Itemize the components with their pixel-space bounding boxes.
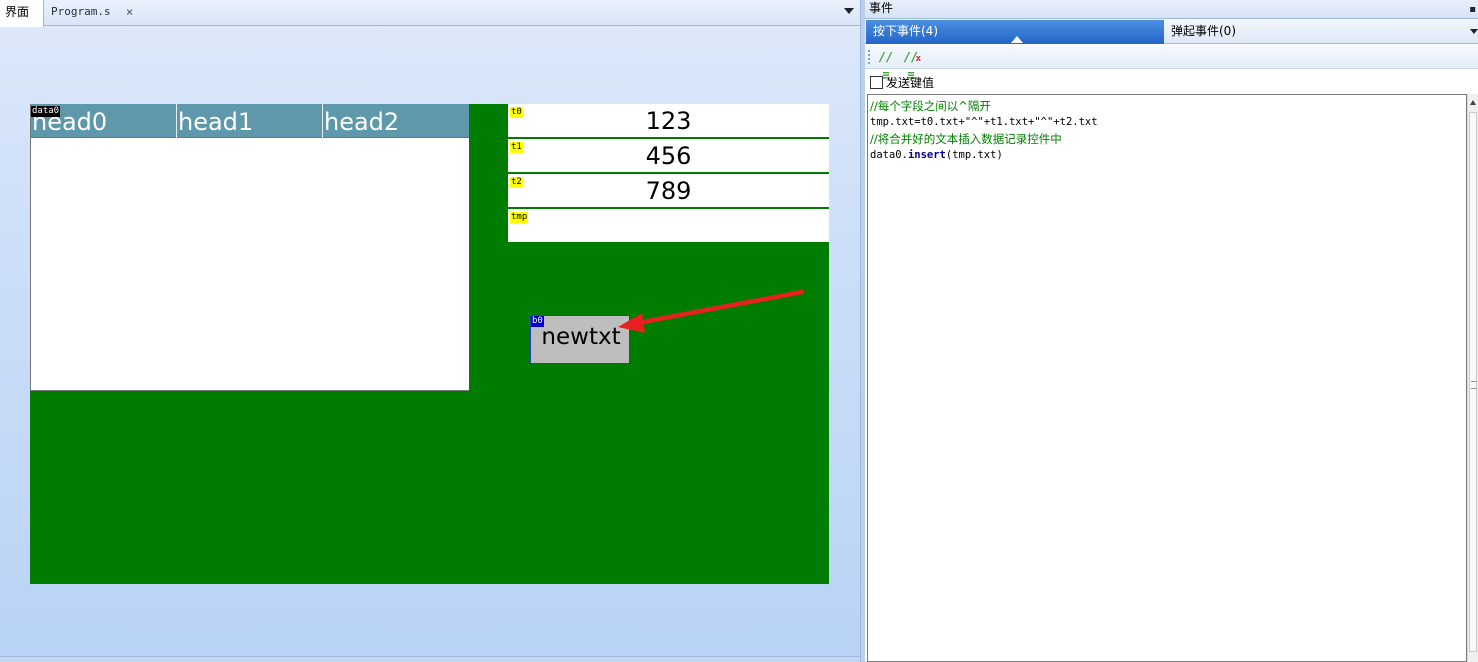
uncomment-x: x: [915, 54, 921, 64]
code-line: data0.insert(tmp.txt): [870, 147, 1464, 163]
object-tag-data0: data0: [31, 106, 61, 117]
text-field-t2[interactable]: t2 789: [508, 174, 829, 207]
uncomment-icon[interactable]: //≡ x: [901, 48, 921, 82]
panel-title-text: 事件: [869, 1, 894, 15]
grid-column-header: head1: [177, 104, 323, 138]
newtxt-button[interactable]: b0 newtxt: [530, 315, 630, 364]
comment-icon[interactable]: //≡: [876, 48, 896, 82]
code-keyword: insert: [907, 148, 946, 161]
code-object: data0.: [870, 148, 908, 161]
text-field-value: 123: [645, 107, 692, 135]
tab-program-label: Program.s: [51, 5, 111, 18]
object-tag-t0: t0: [510, 107, 523, 118]
grid-column-header: head2: [324, 108, 400, 136]
designer-pane: 界面 Program.s × head0 head1 head2 data0 t…: [0, 0, 860, 662]
pin-icon[interactable]: ▪: [1469, 1, 1476, 18]
scroll-thumb[interactable]: [1469, 112, 1477, 652]
code-line: tmp.txt=t0.txt+"^"+t1.txt+"^"+t2.txt: [870, 116, 1098, 129]
scroll-up-icon[interactable]: [1470, 100, 1476, 105]
text-field-value: 456: [645, 142, 692, 170]
data-record-grid[interactable]: head0 head1 head2 data0: [30, 104, 469, 391]
send-key-label: 发送键值: [886, 76, 935, 90]
button-label: newtxt: [541, 324, 621, 350]
text-field-t1[interactable]: t1 456: [508, 139, 829, 172]
tab-release-event[interactable]: 弹起事件(0): [1164, 20, 1478, 44]
tab-program[interactable]: Program.s ×: [44, 0, 144, 26]
send-key-checkbox[interactable]: 发送键值: [870, 74, 934, 92]
code-line: //每个字段之间以^隔开: [870, 99, 991, 113]
toolbar-grip: [868, 50, 870, 64]
vertical-scrollbar[interactable]: [1467, 94, 1478, 662]
text-field-t0[interactable]: t0 123: [508, 104, 829, 137]
panel-title: 事件 ▪: [865, 0, 1478, 19]
object-tag-t1: t1: [510, 142, 523, 153]
code-args: (tmp.txt): [945, 148, 1003, 161]
status-strip: [0, 656, 860, 662]
grid-header: head0 head1 head2: [31, 104, 469, 138]
checkbox-box[interactable]: [870, 76, 883, 89]
document-tabbar: 界面 Program.s ×: [0, 0, 860, 27]
tab-selected-indicator: [1011, 36, 1023, 43]
chevron-down-icon[interactable]: [1470, 29, 1478, 34]
object-tag-b0: b0: [531, 316, 544, 327]
object-tag-t2: t2: [510, 177, 523, 188]
code-toolbar: //≡ //≡ x: [865, 45, 1478, 82]
tab-ui[interactable]: 界面: [0, 0, 44, 27]
code-editor[interactable]: //每个字段之间以^隔开 tmp.txt=t0.txt+"^"+t1.txt+"…: [867, 94, 1467, 662]
text-field-value: 789: [645, 177, 692, 205]
object-tag-tmp: tmp: [510, 212, 529, 223]
scroll-grip: [1471, 381, 1477, 389]
chevron-down-icon[interactable]: [844, 8, 854, 14]
close-icon[interactable]: ×: [126, 0, 133, 24]
text-field-tmp[interactable]: tmp: [508, 209, 829, 242]
code-line: //将合并好的文本插入数据记录控件中: [870, 131, 1062, 146]
text-field-value: [508, 209, 829, 242]
events-panel: 事件 ▪ 按下事件(4) 弹起事件(0) //≡ //≡ x 发送键值 //每个字…: [865, 0, 1478, 662]
event-tabs: 按下事件(4) 弹起事件(0): [865, 19, 1478, 44]
